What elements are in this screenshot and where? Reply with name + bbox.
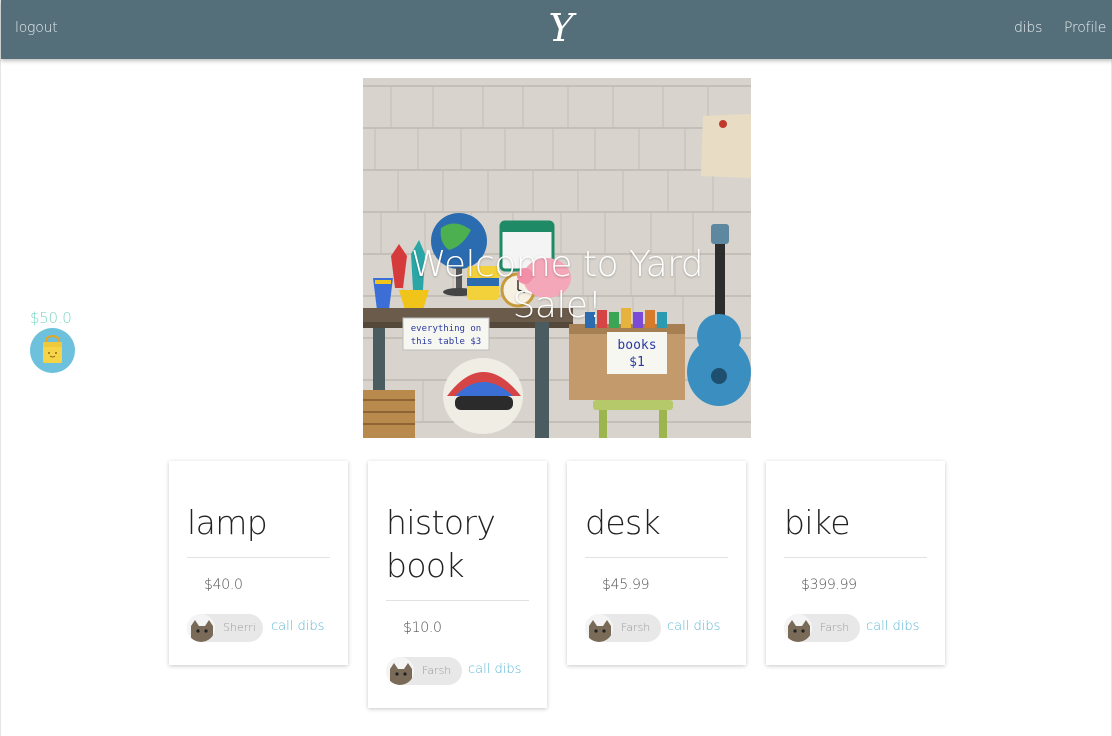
item-price: $40.0 [204, 577, 243, 593]
item-title: bike [784, 503, 851, 542]
item-price: $399.99 [801, 577, 857, 593]
item-price: $45.99 [602, 577, 650, 593]
dibs-link[interactable]: dibs [1014, 20, 1042, 36]
call-dibs-button[interactable]: call dibs [866, 619, 919, 634]
seller-name: Sherri [223, 621, 256, 634]
divider [585, 557, 728, 558]
item-card-desk: desk $45.99 Farsh call dibs [567, 461, 746, 665]
profile-link[interactable]: Profile [1064, 20, 1106, 36]
seller-avatar [585, 614, 613, 642]
seller-chip[interactable]: Farsh [386, 657, 462, 685]
seller-avatar [784, 614, 812, 642]
svg-text:$1: $1 [629, 355, 645, 370]
seller-chip[interactable]: Farsh [585, 614, 661, 642]
logout-link[interactable]: logout [15, 20, 58, 36]
cat-icon [784, 614, 812, 642]
seller-name: Farsh [621, 621, 651, 634]
seller-name: Farsh [820, 621, 850, 634]
divider [784, 557, 927, 558]
item-title-line-2: book [386, 546, 465, 585]
hero-title: Welcome to Yard Sale! [410, 244, 704, 326]
bag-icon [43, 335, 62, 363]
hero-banner: everything on this table $3 books $1 Wel… [363, 78, 751, 438]
seller-chip[interactable]: Farsh [784, 614, 860, 642]
seller-chip[interactable]: Sherri [187, 614, 263, 642]
item-title: lamp [187, 503, 268, 542]
wallet-balance: $50.0 [30, 309, 72, 327]
svg-text:this table $3: this table $3 [411, 337, 481, 347]
cat-icon [386, 657, 414, 685]
item-card-history-book: history book $10.0 Farsh call dibs [368, 461, 547, 708]
item-price: $10.0 [403, 620, 442, 636]
divider [386, 600, 529, 601]
top-navbar: logout Y dibs Profile [1, 0, 1112, 59]
brand-logo[interactable]: Y [541, 6, 581, 50]
seller-name: Farsh [422, 664, 452, 677]
call-dibs-button[interactable]: call dibs [468, 662, 521, 677]
svg-text:books: books [617, 338, 656, 353]
cat-icon [585, 614, 613, 642]
cat-icon [187, 614, 215, 642]
item-title: desk [585, 503, 661, 542]
item-card-lamp: lamp $40.0 Sherri call dibs [169, 461, 348, 665]
call-dibs-button[interactable]: call dibs [271, 619, 324, 634]
item-card-bike: bike $399.99 Farsh call dibs [766, 461, 945, 665]
wallet-avatar[interactable] [30, 328, 75, 373]
divider [187, 557, 330, 558]
seller-avatar [386, 657, 414, 685]
seller-avatar [187, 614, 215, 642]
item-title-line-1: history [386, 503, 496, 542]
call-dibs-button[interactable]: call dibs [667, 619, 720, 634]
